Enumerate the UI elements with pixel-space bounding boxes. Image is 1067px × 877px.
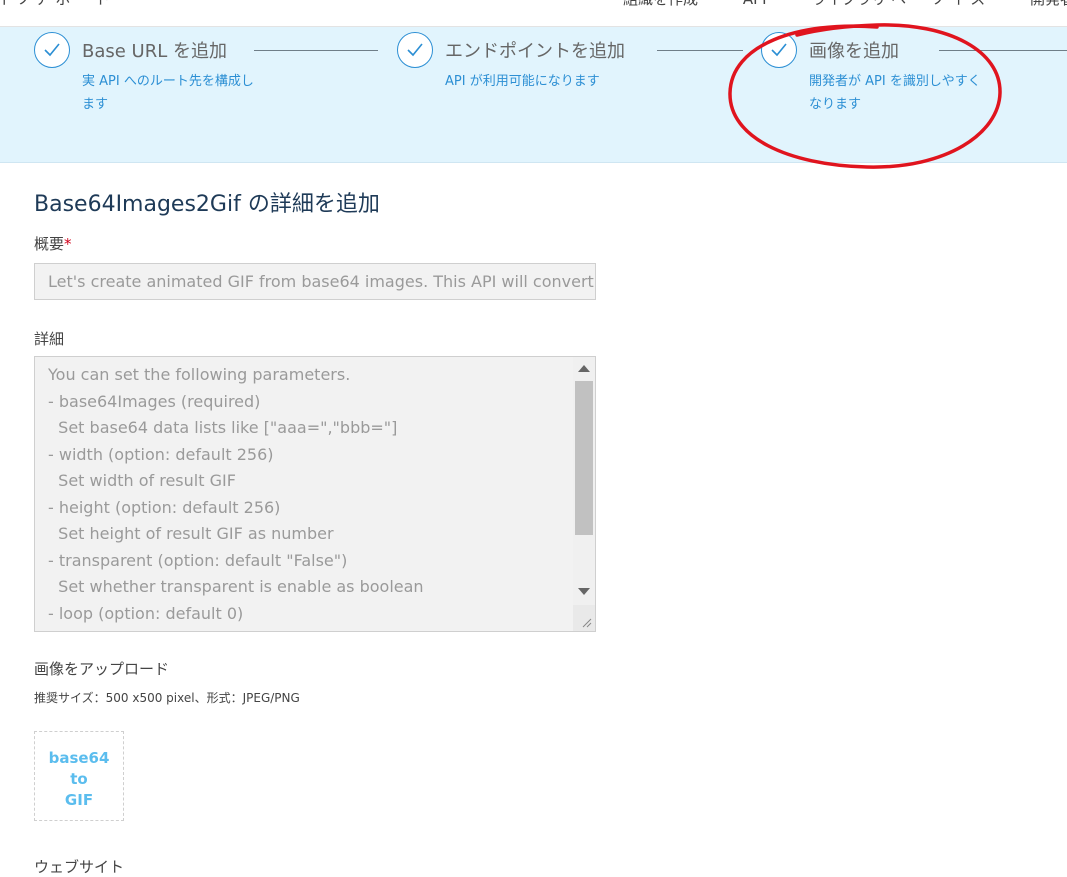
step-connector xyxy=(657,50,743,51)
check-icon xyxy=(761,32,797,68)
details-label: 詳細 xyxy=(34,330,65,348)
details-line: Set width of result GIF xyxy=(48,471,236,490)
top-navigation: イ ソ ア ホ ー ト 組織を作成 API ライブラリ ヘ ー ソ イ ス 開発… xyxy=(0,0,1067,27)
scroll-up-arrow-icon[interactable] xyxy=(578,365,590,372)
step-description: API が利用可能になります xyxy=(445,74,600,89)
details-text: You can set the following parameters. - … xyxy=(48,362,568,627)
details-line: - width (option: default 256) xyxy=(48,444,274,464)
details-line: Set base64 data lists like ["aaa=","bbb=… xyxy=(48,418,398,437)
nav-menu: 組織を作成 API ライブラリ ヘ ー ソ イ ス 開発者 xyxy=(583,0,1067,9)
svg-text:base64: base64 xyxy=(49,749,110,767)
step-connector xyxy=(939,50,1067,51)
details-line: - height (option: default 256) xyxy=(48,497,281,517)
step-title: Base URL を追加 xyxy=(82,41,227,62)
progress-stepper: Base URL を追加 実 API へのルート先を構成します エンドポイントを… xyxy=(0,27,1067,163)
svg-text:to: to xyxy=(70,770,87,788)
step-title: 画像を追加 xyxy=(809,41,899,62)
svg-text:GIF: GIF xyxy=(65,791,93,809)
step-connector xyxy=(254,50,378,51)
textarea-scrollbar[interactable] xyxy=(573,357,595,631)
website-label: ウェブサイト xyxy=(34,858,125,876)
image-upload-preview[interactable]: base64 to GIF xyxy=(34,731,124,821)
details-line: - loop (option: default 0) xyxy=(48,603,244,623)
scroll-thumb[interactable] xyxy=(575,381,593,535)
page-title: Base64Images2Gif の詳細を追加 xyxy=(34,192,380,217)
details-line: - base64Images (required) xyxy=(48,391,261,411)
details-line: You can set the following parameters. xyxy=(48,365,351,384)
check-icon xyxy=(397,32,433,68)
step-description: 実 API へのルート先を構成します xyxy=(82,74,254,112)
required-mark: * xyxy=(64,235,72,253)
details-textarea[interactable]: You can set the following parameters. - … xyxy=(34,356,596,632)
nav-item-developer[interactable]: 開発者 xyxy=(1030,0,1067,8)
nav-item-create-org[interactable]: 組織を作成 xyxy=(623,0,698,8)
upload-label: 画像をアップロード xyxy=(34,660,170,678)
summary-input[interactable]: Let's create animated GIF from base64 im… xyxy=(34,263,596,300)
step-description: 開発者が API を識別しやすくなります xyxy=(809,74,981,112)
nav-item-api[interactable]: API xyxy=(743,0,767,8)
details-line: Set whether transparent is enable as boo… xyxy=(48,577,424,596)
resize-grip-icon[interactable] xyxy=(573,605,595,631)
brand-label[interactable]: イ ソ ア ホ ー ト xyxy=(0,0,110,9)
step-title: エンドポイントを追加 xyxy=(445,41,625,62)
nav-item-library[interactable]: ライブラリ ヘ ー ソ イ ス xyxy=(811,0,985,8)
upload-hint: 推奨サイズ：500 x500 pixel、形式：JPEG/PNG xyxy=(34,691,300,705)
check-icon xyxy=(34,32,70,68)
details-line: Set height of result GIF as number xyxy=(48,524,334,543)
details-line: - transparent (option: default "False") xyxy=(48,550,348,570)
api-logo-image: base64 to GIF xyxy=(49,749,110,809)
summary-label: 概要* xyxy=(34,235,72,253)
scroll-down-arrow-icon[interactable] xyxy=(578,588,590,595)
